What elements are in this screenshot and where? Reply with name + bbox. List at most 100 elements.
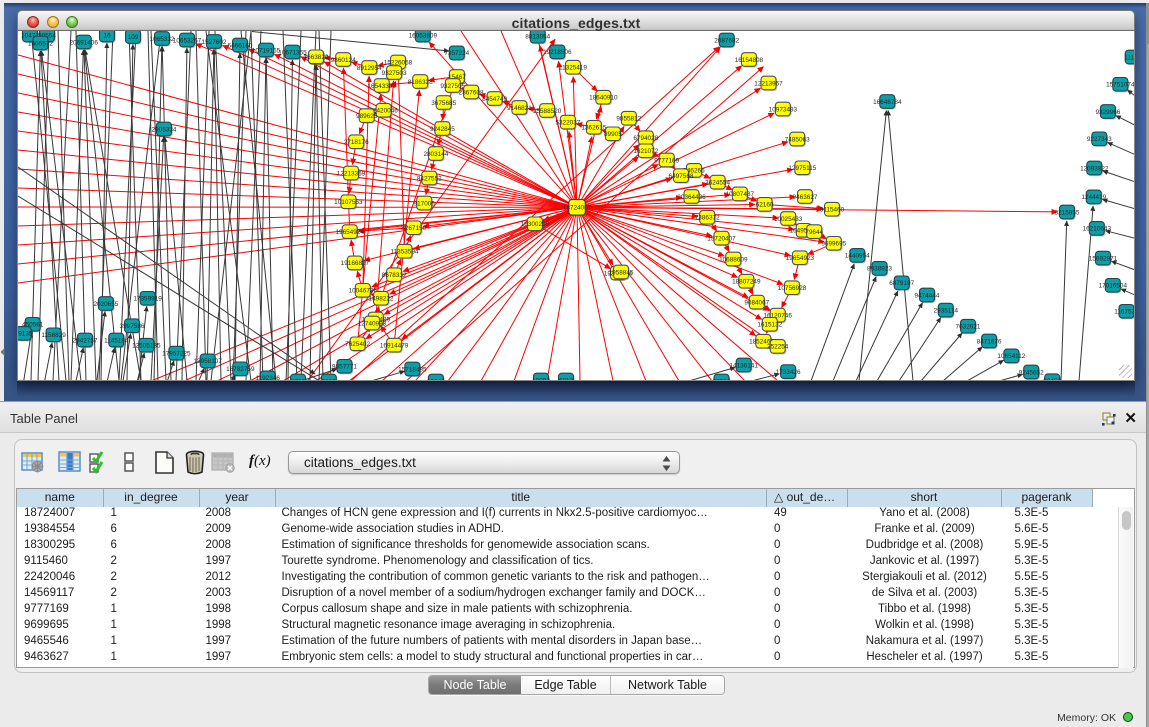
- svg-text:13958107: 13958107: [193, 358, 222, 365]
- svg-text:12975115: 12975115: [788, 165, 816, 172]
- svg-text:16210643: 16210643: [1083, 226, 1112, 233]
- svg-text:18640910: 18640910: [589, 95, 618, 102]
- svg-text:1733426: 1733426: [776, 369, 801, 376]
- svg-text:15588520: 15588520: [533, 108, 562, 115]
- svg-text:9245652: 9245652: [1019, 369, 1044, 376]
- svg-text:19654923: 19654923: [786, 255, 815, 262]
- svg-text:15718485: 15718485: [398, 366, 427, 373]
- svg-text:16543382: 16543382: [367, 83, 396, 90]
- svg-text:1244419: 1244419: [1081, 194, 1106, 201]
- svg-text:8471676: 8471676: [977, 338, 1002, 345]
- svg-text:1167534: 1167534: [1114, 309, 1135, 316]
- svg-text:10756928: 10756928: [778, 285, 807, 292]
- svg-text:989625: 989625: [356, 113, 378, 120]
- svg-text:2935114: 2935114: [934, 307, 959, 314]
- svg-text:1615132: 1615132: [757, 322, 782, 329]
- svg-text:2020655: 2020655: [93, 301, 118, 308]
- svg-text:8796: 8796: [291, 378, 306, 381]
- svg-text:15751074: 15751074: [1106, 82, 1135, 89]
- svg-text:15692971: 15692971: [1089, 255, 1118, 262]
- svg-text:2942757: 2942757: [73, 337, 98, 344]
- svg-text:18300295: 18300295: [521, 221, 550, 228]
- svg-text:10946: 10946: [427, 378, 445, 381]
- svg-text:9474444: 9474444: [915, 292, 940, 299]
- svg-text:3997586: 3997586: [120, 323, 145, 330]
- svg-text:8186328: 8186328: [408, 79, 433, 86]
- svg-text:1498222: 1498222: [369, 296, 394, 303]
- svg-text:12505135: 12505135: [132, 343, 161, 350]
- svg-text:11353594: 11353594: [391, 249, 419, 256]
- svg-text:7357224: 7357224: [444, 50, 469, 57]
- svg-text:17957225: 17957225: [162, 350, 191, 357]
- svg-text:917006: 917006: [414, 200, 436, 207]
- svg-text:8912954: 8912954: [357, 65, 382, 72]
- svg-text:2905334: 2905334: [152, 126, 177, 133]
- svg-text:1527602: 1527602: [202, 39, 227, 46]
- svg-text:1958845: 1958845: [609, 269, 634, 276]
- svg-text:1065332: 1065332: [150, 36, 175, 43]
- svg-text:9146821: 9146821: [507, 105, 532, 112]
- svg-text:8678332: 8678332: [382, 272, 407, 279]
- svg-text:1362615: 1362615: [581, 125, 606, 132]
- svg-text:9329966: 9329966: [1095, 109, 1120, 116]
- svg-text:87966: 87966: [713, 378, 731, 381]
- svg-text:8938923: 8938923: [867, 266, 892, 273]
- svg-text:9115460: 9115460: [820, 207, 845, 214]
- svg-text:19166827: 19166827: [341, 260, 370, 267]
- svg-text:10719155: 10719155: [252, 47, 281, 54]
- svg-text:5100: 5100: [322, 378, 337, 381]
- svg-text:7625402: 7625402: [345, 341, 370, 348]
- svg-text:9463627: 9463627: [793, 194, 818, 201]
- svg-text:3624554: 3624554: [705, 179, 730, 186]
- svg-text:2867608: 2867608: [459, 89, 484, 96]
- svg-text:9857771: 9857771: [332, 364, 357, 371]
- svg-text:12093822: 12093822: [1080, 165, 1109, 172]
- svg-text:252254: 252254: [767, 344, 789, 351]
- svg-text:79644: 79644: [805, 229, 823, 236]
- svg-text:9084067: 9084067: [744, 299, 769, 306]
- svg-text:1621072: 1621072: [633, 148, 658, 155]
- svg-text:1145194: 1145194: [104, 337, 129, 344]
- svg-text:11325419: 11325419: [559, 65, 587, 72]
- svg-text:16154808: 16154808: [735, 57, 764, 64]
- svg-text:1405572: 1405572: [28, 40, 53, 47]
- svg-text:16: 16: [103, 32, 111, 39]
- svg-text:17016504: 17016504: [1099, 283, 1128, 290]
- svg-text:10025433: 10025433: [774, 216, 803, 223]
- svg-text:7663822: 7663822: [304, 54, 329, 61]
- svg-text:1440954: 1440954: [845, 253, 870, 260]
- svg-text:10107553: 10107553: [334, 199, 363, 206]
- svg-text:19218506: 19218506: [543, 49, 572, 56]
- svg-text:9860124: 9860124: [331, 57, 356, 64]
- svg-text:7485063: 7485063: [785, 136, 810, 143]
- svg-text:9855812: 9855812: [616, 116, 641, 123]
- svg-text:16053809: 16053809: [409, 32, 438, 39]
- svg-text:5322037: 5322037: [555, 119, 580, 126]
- svg-text:7632621: 7632621: [956, 324, 981, 331]
- svg-text:20691406: 20691406: [69, 39, 98, 46]
- svg-text:19654924: 19654924: [335, 229, 364, 236]
- svg-text:92450: 92450: [1043, 378, 1061, 381]
- svg-text:10092: 10092: [532, 377, 550, 381]
- svg-text:6497568: 6497568: [669, 173, 694, 180]
- svg-text:2087682: 2087682: [714, 37, 739, 44]
- svg-text:9699695: 9699695: [821, 241, 846, 248]
- svg-text:16914479: 16914479: [380, 342, 409, 349]
- svg-text:8267150: 8267150: [401, 225, 426, 232]
- svg-text:14136141: 14136141: [729, 362, 758, 369]
- svg-text:10688609: 10688609: [719, 256, 748, 263]
- svg-text:19135: 19135: [18, 331, 33, 338]
- svg-text:16648784: 16648784: [873, 99, 902, 106]
- svg-text:15720407: 15720407: [707, 235, 736, 242]
- svg-text:12213369: 12213369: [337, 170, 366, 177]
- svg-text:10807487: 10807487: [726, 191, 755, 198]
- svg-text:109: 109: [128, 34, 139, 41]
- svg-text:7386372: 7386372: [695, 215, 720, 222]
- svg-text:62160: 62160: [756, 202, 774, 209]
- svg-text:6466160: 6466160: [228, 42, 253, 49]
- svg-text:11124: 11124: [1124, 54, 1135, 61]
- svg-text:9777169: 9777169: [654, 157, 679, 164]
- svg-text:8215955: 8215955: [1055, 209, 1080, 216]
- svg-text:18724007: 18724007: [563, 205, 592, 212]
- svg-text:6879197: 6879197: [889, 280, 914, 287]
